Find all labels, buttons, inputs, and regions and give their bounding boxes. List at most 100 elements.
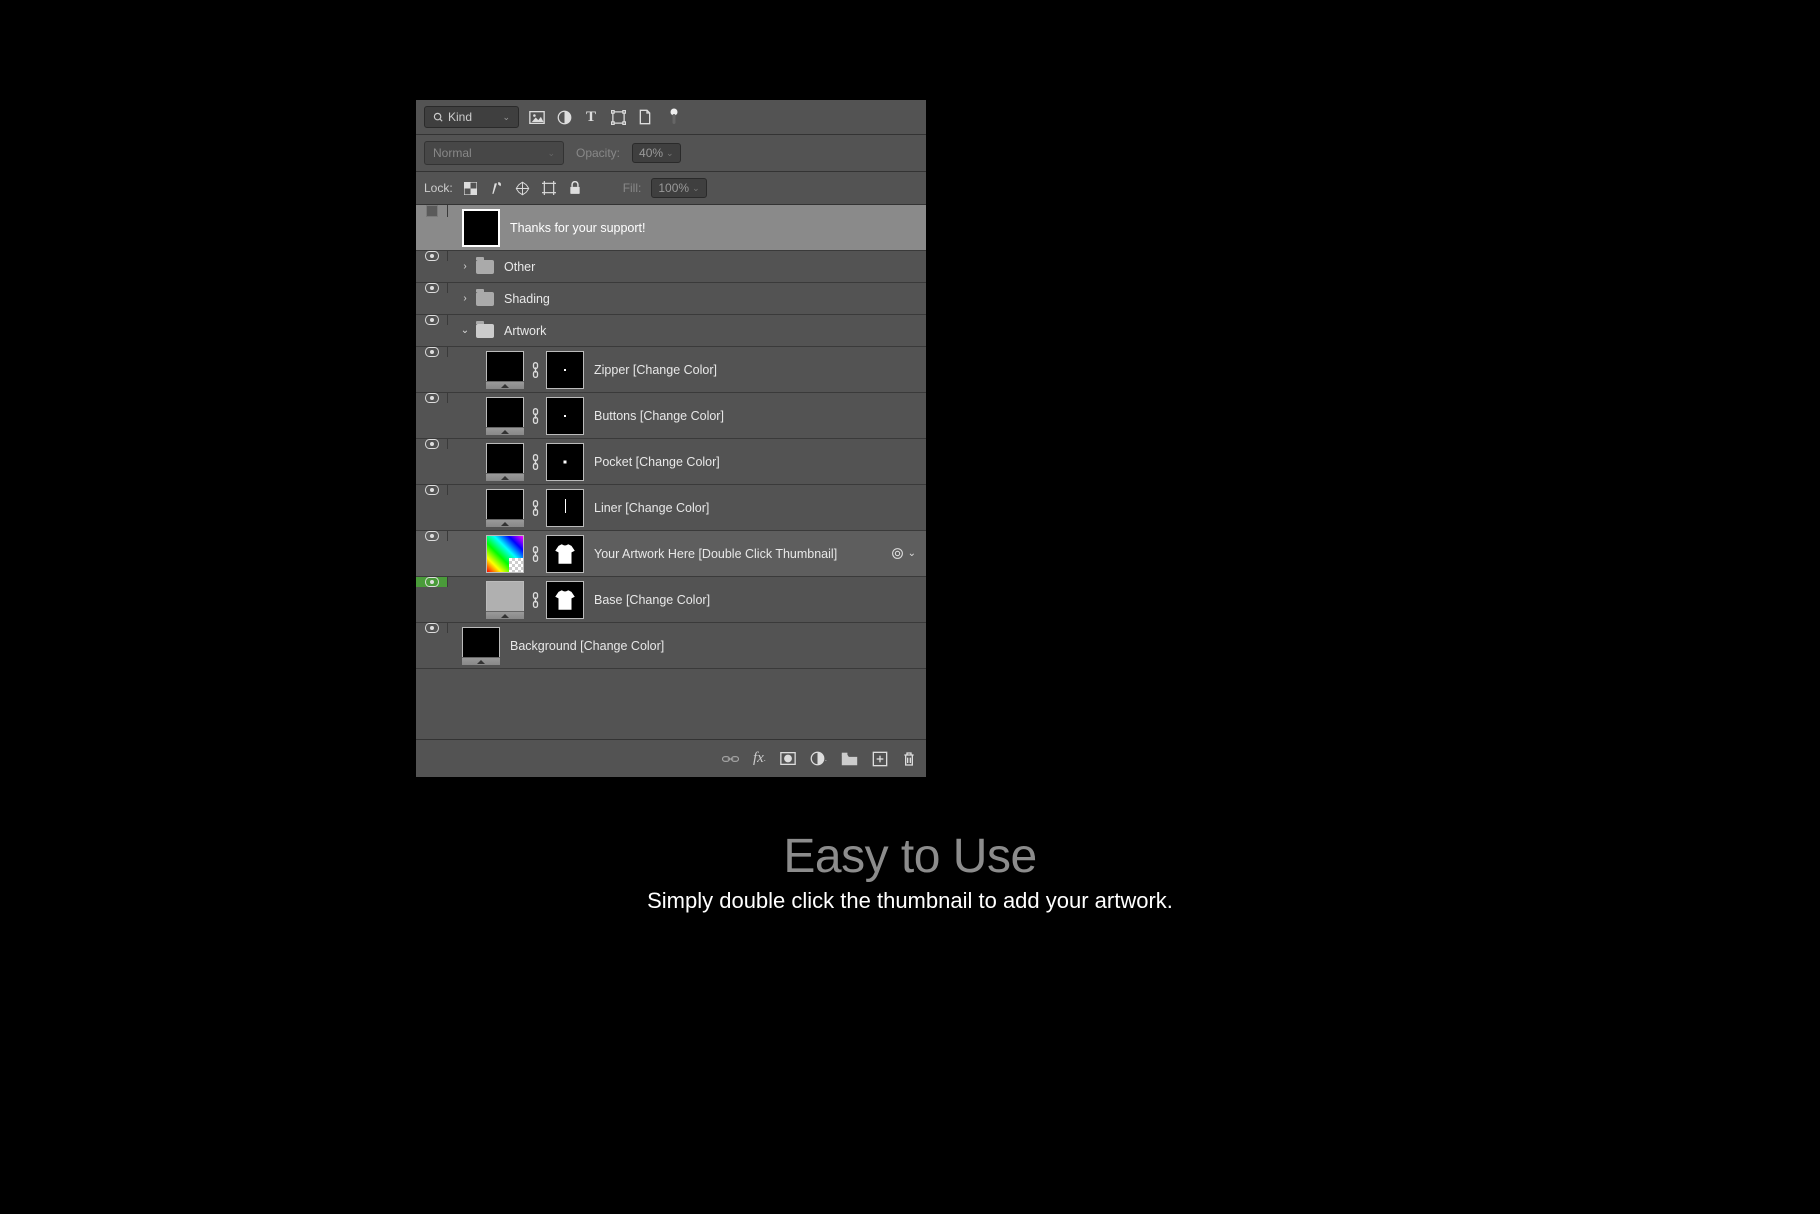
- layer-mask-thumbnail[interactable]: [546, 443, 584, 481]
- delete-icon[interactable]: [902, 751, 916, 767]
- layer-name: Base [Change Color]: [594, 593, 710, 607]
- smart-object-thumbnail[interactable]: [486, 535, 524, 573]
- layer-row[interactable]: Base [Change Color]: [416, 577, 926, 623]
- layer-name: Artwork: [504, 324, 546, 338]
- layer-row[interactable]: › Shading: [416, 283, 926, 315]
- layer-row[interactable]: Buttons [Change Color]: [416, 393, 926, 439]
- eye-icon: [425, 315, 439, 325]
- pixel-layer-filter-icon[interactable]: [528, 108, 546, 126]
- smart-object-thumbnail[interactable]: [486, 397, 524, 435]
- lock-position-icon[interactable]: [515, 180, 531, 196]
- fill-input[interactable]: 100% ⌄: [651, 178, 706, 198]
- eye-icon: [425, 283, 439, 293]
- smart-object-thumbnail[interactable]: [486, 489, 524, 527]
- layer-name: Shading: [504, 292, 550, 306]
- smart-object-thumbnail[interactable]: [486, 351, 524, 389]
- panel-footer: fx. .: [416, 739, 926, 777]
- link-icon[interactable]: [528, 362, 542, 378]
- add-mask-icon[interactable]: [780, 752, 796, 765]
- filter-toggle-icon[interactable]: [665, 108, 683, 126]
- blend-opacity-row: Normal ⌄ Opacity: 40% ⌄: [416, 135, 926, 172]
- adjustment-icon[interactable]: .: [810, 751, 827, 766]
- link-icon[interactable]: [528, 454, 542, 470]
- eye-icon: [425, 347, 439, 357]
- link-icon[interactable]: [528, 546, 542, 562]
- fx-icon[interactable]: fx.: [753, 750, 766, 767]
- kind-filter-select[interactable]: Kind ⌄: [424, 106, 519, 128]
- chevron-down-icon: ⌄: [908, 548, 916, 559]
- layers-panel: Kind ⌄ T Normal ⌄ Opacity: 40% ⌄ L: [416, 100, 926, 777]
- smart-object-thumbnail[interactable]: [486, 581, 524, 619]
- search-icon: [433, 112, 444, 123]
- shape-layer-filter-icon[interactable]: [609, 108, 627, 126]
- visibility-toggle[interactable]: [416, 623, 448, 633]
- lock-all-icon[interactable]: [567, 180, 583, 196]
- visibility-toggle[interactable]: [416, 393, 448, 403]
- eye-icon: [425, 393, 439, 403]
- lock-artboard-icon[interactable]: [541, 180, 557, 196]
- type-layer-filter-icon[interactable]: T: [582, 108, 600, 126]
- lock-image-icon[interactable]: [489, 180, 505, 196]
- chevron-down-icon: ⌄: [692, 183, 700, 194]
- visibility-toggle[interactable]: [416, 485, 448, 495]
- link-layers-icon[interactable]: [722, 754, 739, 764]
- smart-object-filter-icon[interactable]: [636, 108, 654, 126]
- layer-name: Thanks for your support!: [510, 221, 645, 235]
- expand-toggle[interactable]: ›: [458, 293, 472, 304]
- visibility-toggle[interactable]: [416, 315, 448, 325]
- visibility-toggle[interactable]: [416, 577, 448, 587]
- layer-filters-indicator[interactable]: ⌄: [891, 547, 916, 560]
- smart-object-thumbnail[interactable]: [486, 443, 524, 481]
- lock-transparent-icon[interactable]: [463, 180, 479, 196]
- eye-icon: [425, 577, 439, 587]
- folder-open-icon: [476, 324, 494, 338]
- layer-row[interactable]: Your Artwork Here [Double Click Thumbnai…: [416, 531, 926, 577]
- visibility-toggle[interactable]: [416, 347, 448, 357]
- eye-icon: [425, 485, 439, 495]
- layer-mask-thumbnail[interactable]: [546, 397, 584, 435]
- new-group-icon[interactable]: [841, 752, 858, 766]
- visibility-off-icon: [426, 205, 438, 217]
- new-layer-icon[interactable]: [872, 751, 888, 767]
- visibility-toggle[interactable]: [416, 251, 448, 261]
- link-icon[interactable]: [528, 408, 542, 424]
- layer-row[interactable]: Zipper [Change Color]: [416, 347, 926, 393]
- layer-mask-thumbnail[interactable]: [546, 351, 584, 389]
- visibility-toggle[interactable]: [416, 439, 448, 449]
- chevron-down-icon: ⌄: [666, 148, 674, 159]
- layer-row[interactable]: ⌄ Artwork: [416, 315, 926, 347]
- layer-thumbnail[interactable]: [462, 209, 500, 247]
- link-icon[interactable]: [528, 592, 542, 608]
- layer-mask-thumbnail[interactable]: [546, 489, 584, 527]
- layer-row[interactable]: Pocket [Change Color]: [416, 439, 926, 485]
- chevron-down-icon: ⌄: [547, 148, 555, 159]
- layer-row[interactable]: Thanks for your support!: [416, 205, 926, 251]
- layer-mask-thumbnail[interactable]: [546, 581, 584, 619]
- adjustment-layer-filter-icon[interactable]: [555, 108, 573, 126]
- layer-name: Zipper [Change Color]: [594, 363, 717, 377]
- visibility-toggle[interactable]: [416, 205, 448, 217]
- filter-row: Kind ⌄ T: [416, 100, 926, 135]
- promo-title: Easy to Use: [647, 829, 1173, 884]
- lock-fill-row: Lock: Fill: 100% ⌄: [416, 172, 926, 205]
- eye-icon: [425, 531, 439, 541]
- opacity-label: Opacity:: [576, 146, 620, 160]
- link-icon[interactable]: [528, 500, 542, 516]
- promo-subtitle: Simply double click the thumbnail to add…: [647, 888, 1173, 914]
- visibility-toggle[interactable]: [416, 531, 448, 541]
- blend-mode-select[interactable]: Normal ⌄: [424, 141, 564, 165]
- expand-toggle[interactable]: ⌄: [458, 325, 472, 336]
- layer-name: Pocket [Change Color]: [594, 455, 720, 469]
- smart-object-thumbnail[interactable]: [462, 627, 500, 665]
- layer-row[interactable]: Liner [Change Color]: [416, 485, 926, 531]
- opacity-input[interactable]: 40% ⌄: [632, 143, 681, 163]
- layer-row[interactable]: › Other: [416, 251, 926, 283]
- layer-mask-thumbnail[interactable]: [546, 535, 584, 573]
- layers-list: Thanks for your support! › Other › Shadi…: [416, 205, 926, 669]
- folder-icon: [476, 260, 494, 274]
- visibility-toggle[interactable]: [416, 283, 448, 293]
- layer-name: Liner [Change Color]: [594, 501, 709, 515]
- expand-toggle[interactable]: ›: [458, 261, 472, 272]
- layer-row[interactable]: Background [Change Color]: [416, 623, 926, 669]
- eye-icon: [425, 439, 439, 449]
